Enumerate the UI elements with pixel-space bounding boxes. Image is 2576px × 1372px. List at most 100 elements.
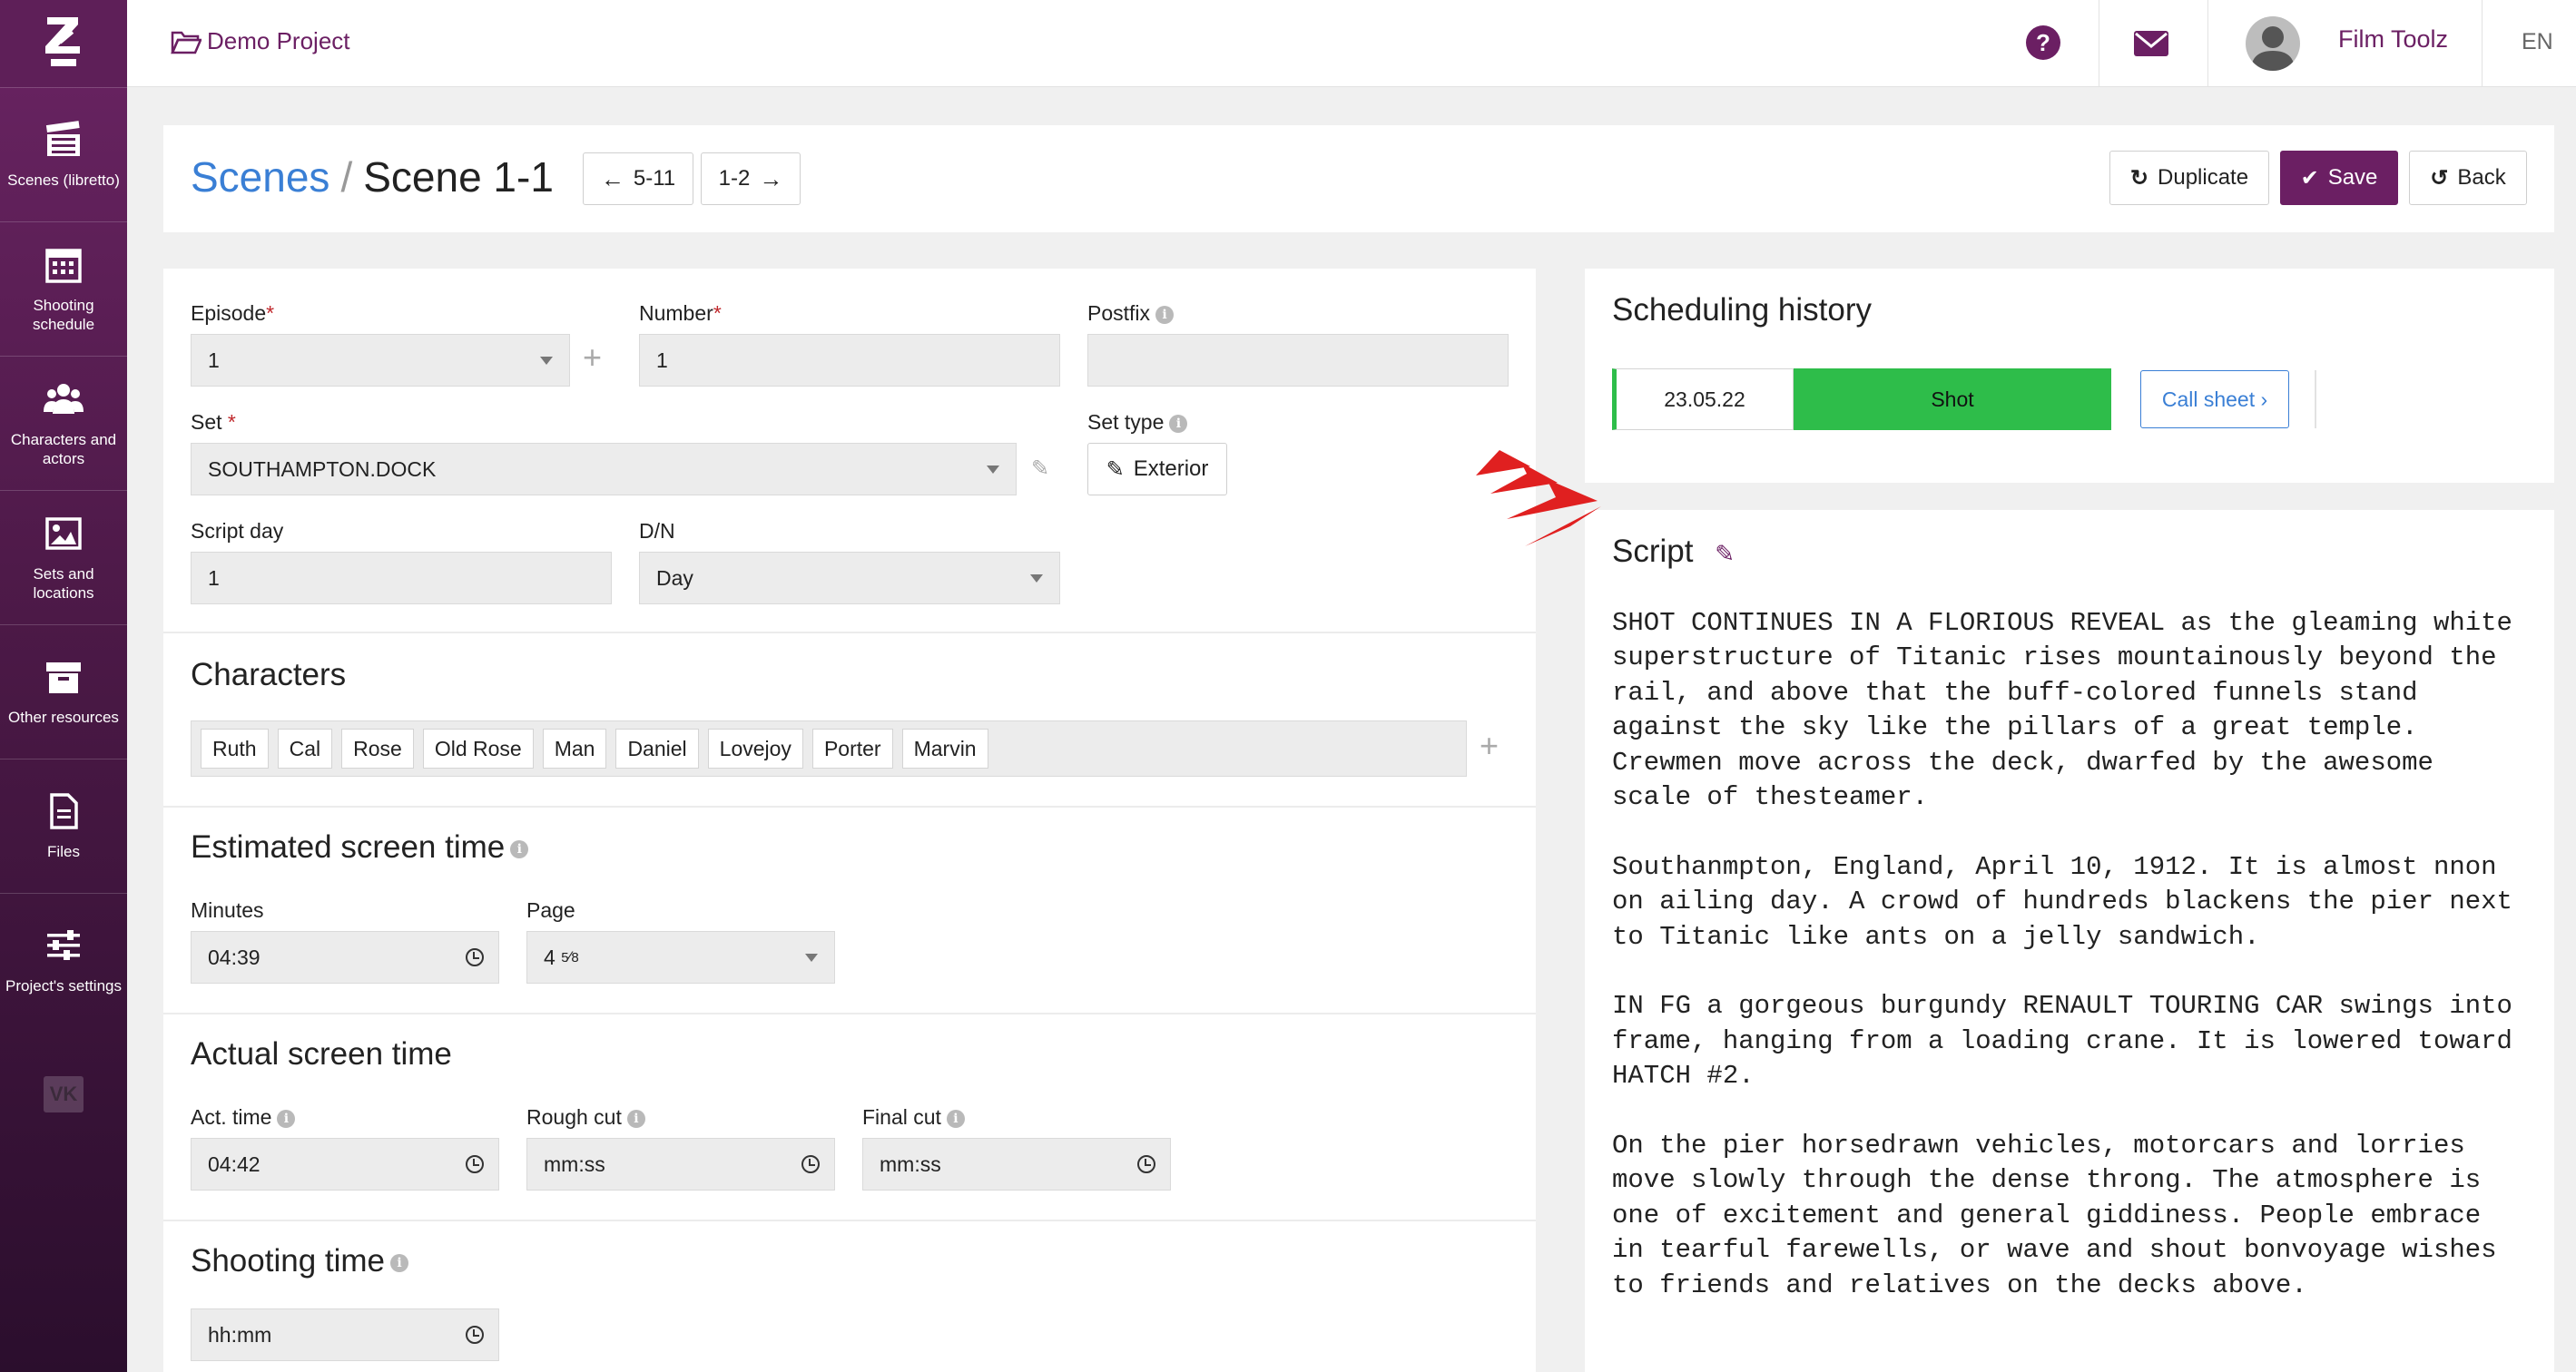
set-type-label: Set type i (1087, 410, 1188, 435)
avatar[interactable] (2246, 16, 2300, 71)
sidebar-item-label: Files (47, 843, 80, 860)
set-type-button[interactable]: ✎ Exterior (1087, 443, 1227, 495)
sidebar: Scenes (libretto) Shooting schedule Char… (0, 0, 127, 1372)
chevron-down-icon (540, 357, 553, 365)
character-chip[interactable]: Rose (341, 729, 414, 769)
characters-title: Characters (191, 657, 347, 692)
character-chip[interactable]: Cal (277, 729, 333, 769)
undo-icon: ↺ (2430, 165, 2449, 191)
sidebar-item-other-resources[interactable]: Other resources (0, 624, 127, 759)
sidebar-item-settings[interactable]: Project's settings (0, 893, 127, 1027)
back-button[interactable]: ↺ Back (2409, 151, 2527, 205)
character-chip[interactable]: Marvin (901, 729, 988, 769)
character-chip[interactable]: Ruth (201, 729, 269, 769)
shooting-title: Shooting time i (191, 1243, 409, 1279)
info-icon: i (390, 1253, 409, 1272)
character-chip[interactable]: Porter (811, 729, 893, 769)
divider (163, 632, 1536, 633)
edit-script-icon[interactable]: ✎ (1715, 540, 1735, 567)
project-name: Demo Project (207, 27, 350, 54)
set-select[interactable]: SOUTHAMPTON.DOCK (191, 443, 1017, 495)
clock-icon (466, 948, 484, 966)
script-paragraph: On the pier horsedrawn vehicles, motorca… (1612, 1131, 2497, 1300)
call-sheet-button[interactable]: Call sheet › (2140, 370, 2289, 428)
minutes-label: Minutes (191, 898, 264, 922)
image-icon (45, 516, 82, 550)
characters-list[interactable]: Ruth Cal Rose Old Rose Man Daniel Lovejo… (191, 720, 1467, 777)
sidebar-item-label: Scenes (libretto) (7, 172, 120, 189)
add-episode-icon[interactable]: + (583, 341, 602, 374)
users-icon (44, 383, 84, 414)
sidebar-item-characters[interactable]: Characters and actors (0, 356, 127, 490)
refresh-icon: ↻ (2129, 165, 2149, 191)
page-title: Scene 1-1 (363, 153, 554, 201)
dn-select[interactable]: Day (639, 552, 1060, 604)
language-selector[interactable]: EN (2522, 29, 2553, 55)
save-button[interactable]: ✔ Save (2280, 151, 2398, 205)
sidebar-item-sets[interactable]: Sets and locations (0, 490, 127, 624)
breadcrumb-separator: / (340, 153, 353, 201)
divider (2482, 0, 2483, 87)
mail-icon[interactable] (2133, 29, 2169, 63)
divider (163, 1013, 1536, 1014)
scheduling-history: Scheduling history 23.05.22 Shot Call sh… (1585, 269, 2554, 483)
info-icon: i (1155, 305, 1175, 324)
chevron-down-icon (987, 466, 999, 474)
number-field[interactable]: 1 (639, 334, 1060, 387)
rough-cut-field[interactable]: mm:ss (526, 1138, 835, 1191)
info-icon: i (946, 1109, 965, 1128)
act-time-label: Act. time i (191, 1105, 296, 1130)
minutes-field[interactable]: 04:39 (191, 931, 499, 984)
sidebar-item-label: Project's settings (5, 977, 122, 995)
vk-icon[interactable]: VK (44, 1076, 84, 1112)
postfix-label: Postfix i (1087, 301, 1175, 326)
character-chip[interactable]: Daniel (615, 729, 699, 769)
edit-set-icon[interactable]: ✎ (1031, 456, 1049, 482)
episode-select[interactable]: 1 (191, 334, 570, 387)
sidebar-item-shooting-schedule[interactable]: Shooting schedule (0, 221, 127, 356)
help-icon[interactable]: ? (2026, 25, 2060, 60)
estimated-title: Estimated screen time i (191, 829, 529, 866)
shooting-time-field[interactable]: hh:mm (191, 1308, 499, 1361)
duplicate-button[interactable]: ↻ Duplicate (2109, 151, 2269, 205)
next-scene-button[interactable]: 1-2 → (701, 152, 801, 205)
user-name[interactable]: Film Toolz (2338, 25, 2448, 54)
script-day-field[interactable]: 1 (191, 552, 612, 604)
character-chip[interactable]: Man (542, 729, 607, 769)
divider (163, 1220, 1536, 1221)
character-chip[interactable]: Old Rose (422, 729, 534, 769)
clock-icon (1137, 1155, 1155, 1173)
final-cut-label: Final cut i (862, 1105, 965, 1130)
sidebar-item-scenes[interactable]: Scenes (libretto) (0, 87, 127, 221)
save-label: Save (2327, 165, 2378, 190)
chevron-down-icon (805, 954, 818, 962)
clapperboard-icon (45, 121, 80, 156)
act-time-field[interactable]: 04:42 (191, 1138, 499, 1191)
duplicate-label: Duplicate (2158, 165, 2249, 190)
sidebar-item-label: Shooting schedule (32, 296, 95, 333)
prev-scene-button[interactable]: ← 5-11 (583, 152, 693, 205)
add-character-icon[interactable]: + (1480, 730, 1499, 762)
app-logo[interactable] (0, 0, 127, 87)
schedule-entry[interactable]: 23.05.22 Shot (1612, 368, 2111, 430)
pencil-icon: ✎ (1106, 456, 1125, 482)
script-paragraph: IN FG a gorgeous burgundy RENAULT TOURIN… (1612, 991, 2512, 1092)
archive-icon (46, 662, 81, 693)
character-chip[interactable]: Lovejoy (707, 729, 803, 769)
project-link[interactable]: Demo Project (171, 27, 350, 55)
final-cut-field[interactable]: mm:ss (862, 1138, 1171, 1191)
divider (2315, 370, 2316, 428)
red-arrow-icon (1476, 450, 1601, 546)
calendar-icon (45, 248, 82, 283)
user-avatar-icon (2251, 26, 2295, 71)
sidebar-item-files[interactable]: Files (0, 759, 127, 893)
script-paragraph: Southanmpton, England, April 10, 1912. I… (1612, 851, 2512, 952)
logo-icon (45, 17, 80, 66)
back-label: Back (2457, 165, 2506, 190)
breadcrumb-scenes-link[interactable]: Scenes (191, 153, 329, 201)
folder-icon (171, 31, 202, 54)
schedule-date: 23.05.22 (1612, 368, 1794, 430)
postfix-field[interactable] (1087, 334, 1509, 387)
page-select[interactable]: 4 5 ⁄ 8 (526, 931, 835, 984)
actual-title: Actual screen time (191, 1036, 452, 1072)
